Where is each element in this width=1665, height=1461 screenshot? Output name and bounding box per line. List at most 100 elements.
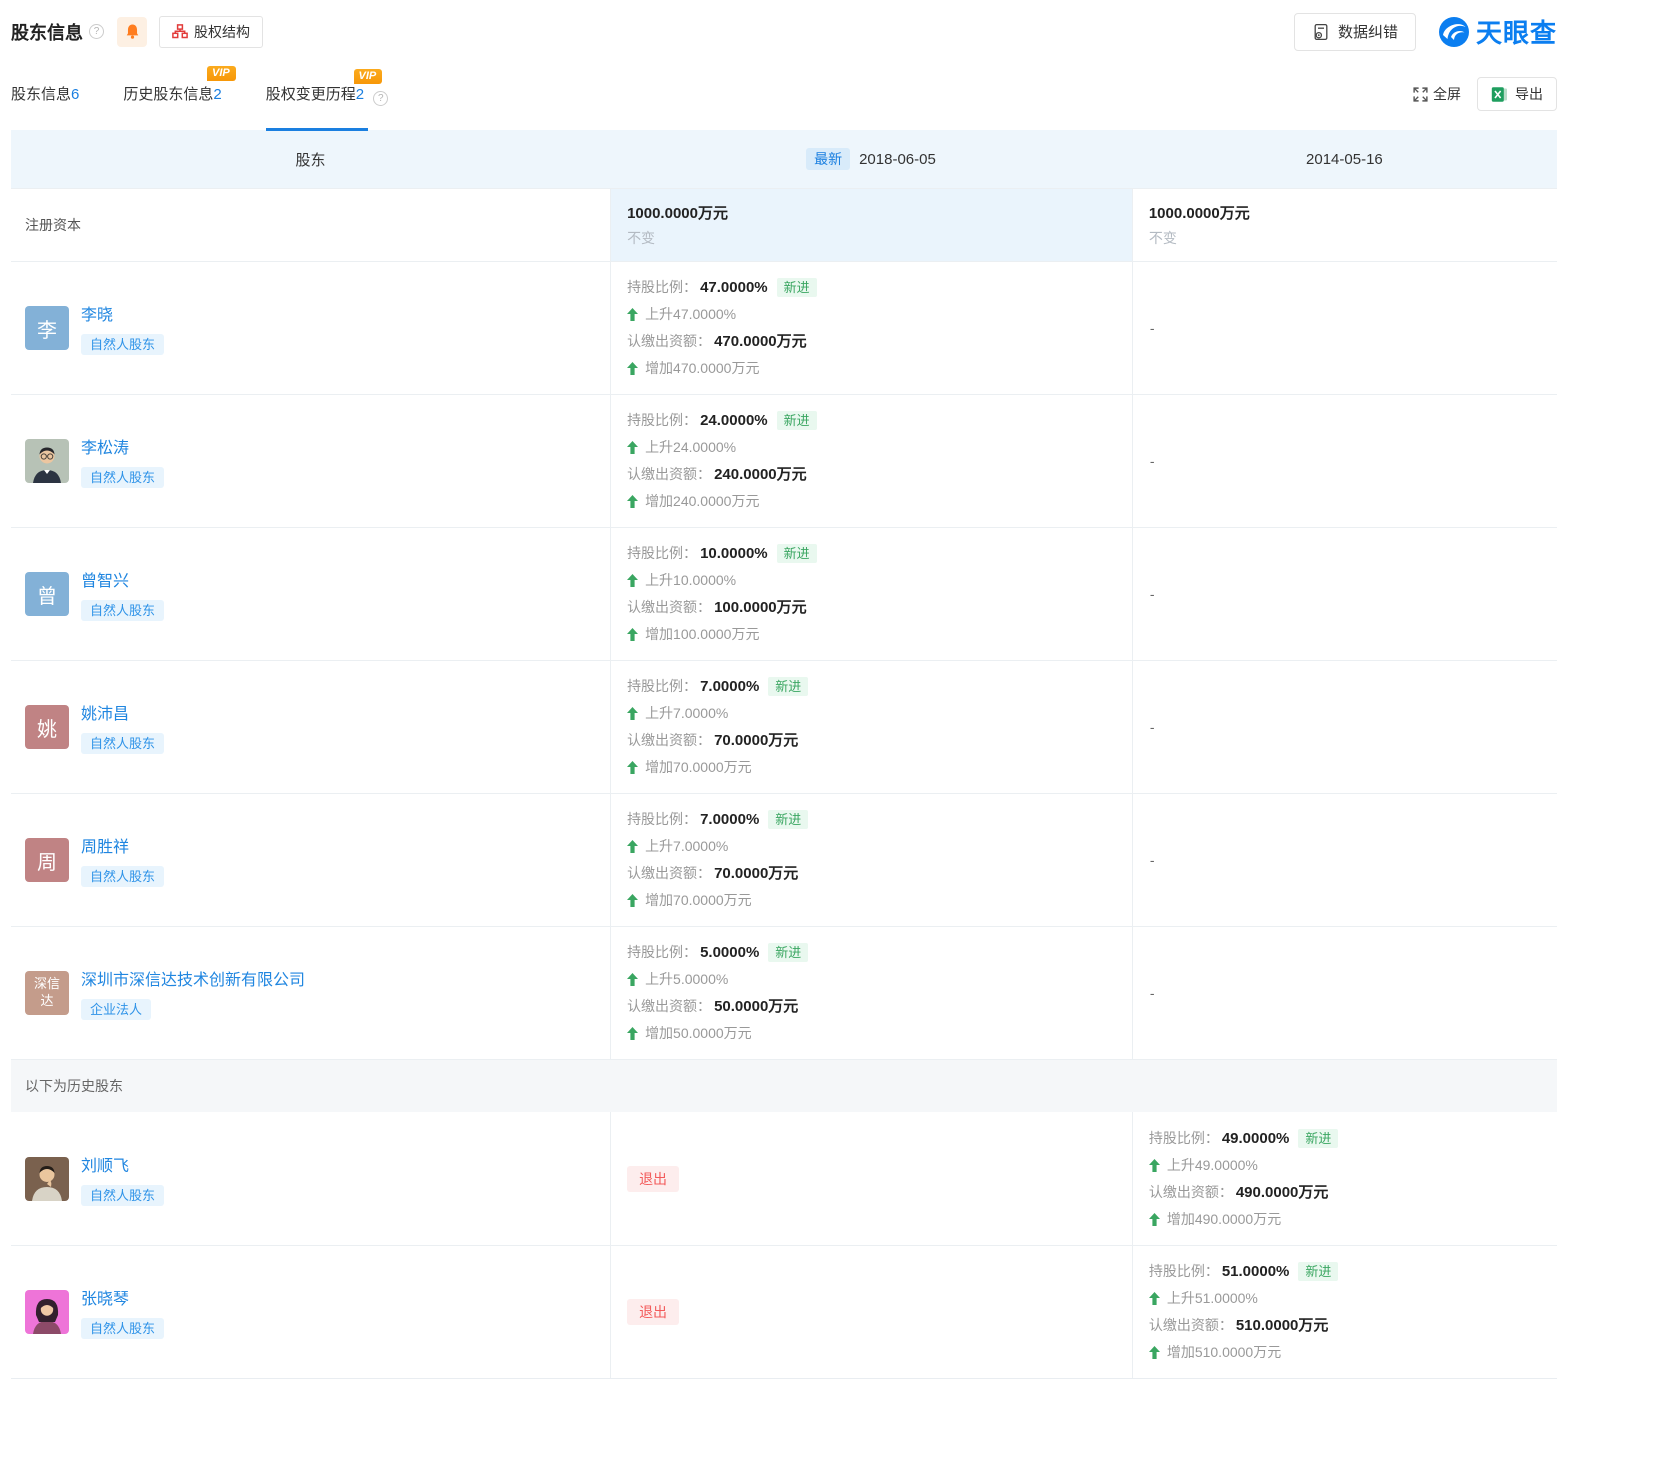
table-row: 张晓琴 自然人股东 退出 持股比例：51.0000%新进 上升51.0000% … [11, 1245, 1557, 1378]
shareholder-type-badge: 自然人股东 [81, 467, 164, 488]
avatar-photo[interactable] [25, 1290, 69, 1334]
amount-change: 增加100.0000万元 [645, 621, 759, 648]
tabs-bar: 股东信息6 VIP 历史股东信息2 VIP 股权变更历程2 ? [11, 72, 1557, 118]
up-arrow-icon [627, 707, 638, 720]
amount-label: 认缴出资额： [627, 993, 711, 1020]
amount-value: 470.0000万元 [714, 328, 807, 355]
fullscreen-button[interactable]: 全屏 [1413, 84, 1461, 104]
ratio-value: 24.0000% [700, 407, 768, 434]
amount-value: 50.0000万元 [714, 993, 798, 1020]
amount-change: 增加70.0000万元 [645, 887, 752, 914]
new-badge: 新进 [768, 810, 808, 829]
col-header-shareholder: 股东 [11, 130, 610, 188]
amount-label: 认缴出资额： [627, 594, 711, 621]
up-arrow-icon [1149, 1292, 1160, 1305]
holding-detail: 持股比例：24.0000%新进 上升24.0000% 认缴出资额：240.000… [610, 395, 1132, 527]
amount-label: 认缴出资额： [1149, 1179, 1233, 1206]
ratio-change: 上升49.0000% [1167, 1152, 1258, 1179]
up-arrow-icon [627, 973, 638, 986]
avatar-photo[interactable] [25, 439, 69, 483]
holding-detail: 持股比例：10.0000%新进 上升10.0000% 认缴出资额：100.000… [610, 528, 1132, 660]
up-arrow-icon [627, 441, 638, 454]
table-row: 李松涛 自然人股东 持股比例：24.0000% 新进 上升24.0000% 认缴出… [11, 394, 1557, 527]
amount-change: 增加50.0000万元 [645, 1020, 752, 1047]
table-row: 李 李晓 自然人股东 持股比例：47.0000%新进 上升47.0000% 认缴… [11, 261, 1557, 394]
up-arrow-icon [627, 574, 638, 587]
ratio-change: 上升7.0000% [645, 833, 728, 860]
table-row: 刘顺飞 自然人股东 退出 持股比例：49.0000%新进 上升49.0000% … [11, 1112, 1557, 1245]
brand-logo[interactable]: 天眼查 [1438, 13, 1557, 50]
up-arrow-icon [627, 628, 638, 641]
shareholder-type-badge: 自然人股东 [81, 600, 164, 621]
col-header-latest-date: 最新 2018-06-05 [610, 130, 1132, 188]
tab-history-shareholder-info[interactable]: VIP 历史股东信息2 [123, 83, 221, 118]
shareholder-name-link[interactable]: 姚沛昌 [81, 706, 129, 723]
avatar[interactable]: 曾 [25, 572, 69, 616]
up-arrow-icon [627, 362, 638, 375]
amount-change: 增加240.0000万元 [645, 488, 759, 515]
registered-capital-label: 注册资本 [11, 189, 610, 261]
empty-cell: - [1132, 927, 1557, 1059]
amount-label: 认缴出资额： [627, 727, 711, 754]
up-arrow-icon [627, 894, 638, 907]
shareholder-name-link[interactable]: 曾智兴 [81, 573, 129, 590]
holding-detail: 持股比例：7.0000%新进 上升7.0000% 认缴出资额：70.0000万元… [610, 794, 1132, 926]
ratio-change: 上升5.0000% [645, 966, 728, 993]
new-badge: 新进 [777, 411, 817, 430]
tab-shareholder-info[interactable]: 股东信息6 [11, 83, 79, 118]
capital-value: 1000.0000万元 [627, 202, 1132, 223]
export-button[interactable]: 导出 [1477, 77, 1557, 111]
shareholder-name-link[interactable]: 周胜祥 [81, 839, 129, 856]
ratio-label: 持股比例： [1149, 1258, 1219, 1285]
ratio-label: 持股比例： [627, 939, 697, 966]
holding-detail: 持股比例：7.0000%新进 上升7.0000% 认缴出资额：70.0000万元… [610, 661, 1132, 793]
tab-label: 历史股东信息 [123, 86, 213, 103]
ratio-change: 上升24.0000% [645, 434, 736, 461]
excel-icon [1491, 86, 1508, 103]
ratio-value: 5.0000% [700, 939, 759, 966]
amount-change: 增加490.0000万元 [1167, 1206, 1281, 1233]
shareholder-name-link[interactable]: 刘顺飞 [81, 1158, 129, 1175]
amount-value: 510.0000万元 [1236, 1312, 1329, 1339]
capital-value: 1000.0000万元 [1149, 202, 1557, 223]
brand-name: 天眼查 [1476, 13, 1557, 50]
table-row: 深信 达 深圳市深信达技术创新有限公司 企业法人 持股比例：5.0000% 新进 … [11, 926, 1557, 1059]
holding-detail: 持股比例：5.0000% 新进 上升5.0000% 认缴出资额：50.0000万元… [610, 927, 1132, 1059]
tab-help-icon[interactable]: ? [373, 91, 388, 106]
avatar[interactable]: 李 [25, 306, 69, 350]
shareholder-name-link[interactable]: 李晓 [81, 307, 113, 324]
amount-change: 增加70.0000万元 [645, 754, 752, 781]
shareholder-type-badge: 企业法人 [81, 999, 151, 1020]
amount-value: 70.0000万元 [714, 860, 798, 887]
shareholder-name-link[interactable]: 张晓琴 [81, 1291, 129, 1308]
avatar[interactable]: 姚 [25, 705, 69, 749]
equity-structure-button[interactable]: 股权结构 [159, 16, 263, 48]
up-arrow-icon [627, 1027, 638, 1040]
amount-label: 认缴出资额： [627, 461, 711, 488]
new-badge: 新进 [768, 943, 808, 962]
avatar[interactable]: 深信 达 [25, 971, 69, 1015]
vip-badge: VIP [207, 66, 236, 81]
shareholder-name-link[interactable]: 深圳市深信达技术创新有限公司 [81, 972, 305, 989]
ratio-change: 上升10.0000% [645, 567, 736, 594]
up-arrow-icon [1149, 1213, 1160, 1226]
data-correction-button[interactable]: 数据纠错 [1294, 13, 1416, 51]
avatar[interactable]: 周 [25, 838, 69, 882]
holding-detail: 持股比例：49.0000%新进 上升49.0000% 认缴出资额：490.000… [1132, 1112, 1557, 1245]
data-correction-label: 数据纠错 [1338, 21, 1398, 42]
ratio-change: 上升47.0000% [645, 301, 736, 328]
empty-cell: - [1132, 395, 1557, 527]
capital-change: 不变 [1149, 228, 1557, 248]
tab-equity-change-history[interactable]: VIP 股权变更历程2 ? [266, 83, 389, 118]
exit-badge: 退出 [627, 1166, 679, 1192]
title-help-icon[interactable]: ? [89, 24, 104, 39]
amount-label: 认缴出资额： [1149, 1312, 1233, 1339]
subscribe-bell-button[interactable] [117, 17, 147, 47]
ratio-label: 持股比例： [627, 673, 697, 700]
fullscreen-label: 全屏 [1433, 84, 1461, 104]
ratio-label: 持股比例： [627, 407, 697, 434]
avatar-photo[interactable] [25, 1157, 69, 1201]
tab-count: 2 [356, 86, 364, 103]
shareholder-name-link[interactable]: 李松涛 [81, 440, 129, 457]
tianyancha-logo-icon [1438, 16, 1470, 48]
